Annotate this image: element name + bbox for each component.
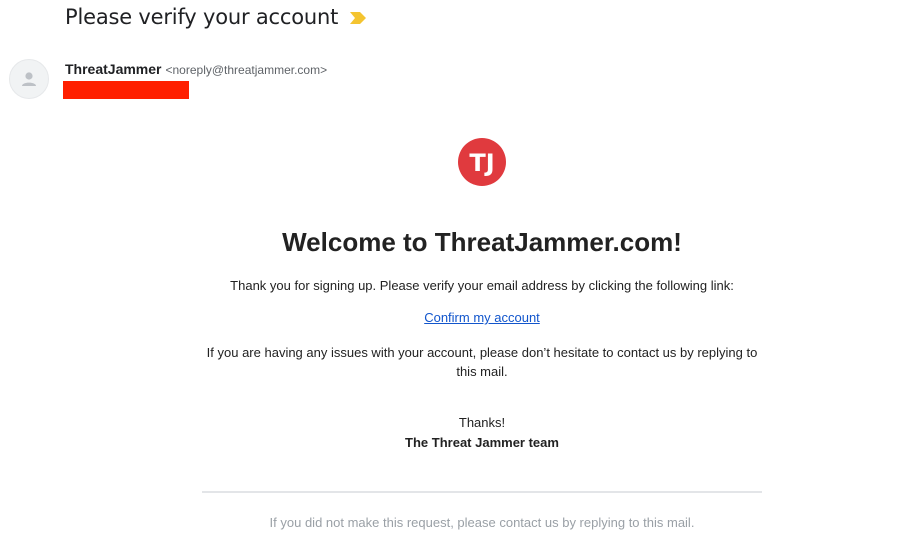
footer-text: If you did not make this request, please… xyxy=(269,515,695,530)
svg-text:TJ: TJ xyxy=(469,149,494,177)
person-icon xyxy=(22,72,36,86)
email-subject: Please verify your account xyxy=(65,5,339,29)
issues-text: If you are having any issues with your a… xyxy=(206,345,758,379)
intro-text: Thank you for signing up. Please verify … xyxy=(230,278,734,293)
sender-avatar[interactable] xyxy=(9,59,49,99)
email-body: TJ Welcome to ThreatJammer.com! Thank yo… xyxy=(202,138,762,531)
importance-marker-icon[interactable] xyxy=(350,11,367,24)
sender-name[interactable]: ThreatJammer xyxy=(65,61,162,77)
sender-email: <noreply@threatjammer.com> xyxy=(165,63,328,77)
thanks-text: Thanks! xyxy=(458,415,506,430)
threatjammer-logo: TJ xyxy=(458,138,506,186)
welcome-headline: Welcome to ThreatJammer.com! xyxy=(282,227,682,257)
confirm-account-link[interactable]: Confirm my account xyxy=(424,310,540,326)
sender-info: ThreatJammer <noreply@threatjammer.com> xyxy=(65,61,327,77)
signature-text: The Threat Jammer team xyxy=(405,435,559,450)
redacted-recipient xyxy=(63,81,189,99)
subject-row: Please verify your account xyxy=(65,2,367,32)
footer-divider xyxy=(202,491,762,493)
